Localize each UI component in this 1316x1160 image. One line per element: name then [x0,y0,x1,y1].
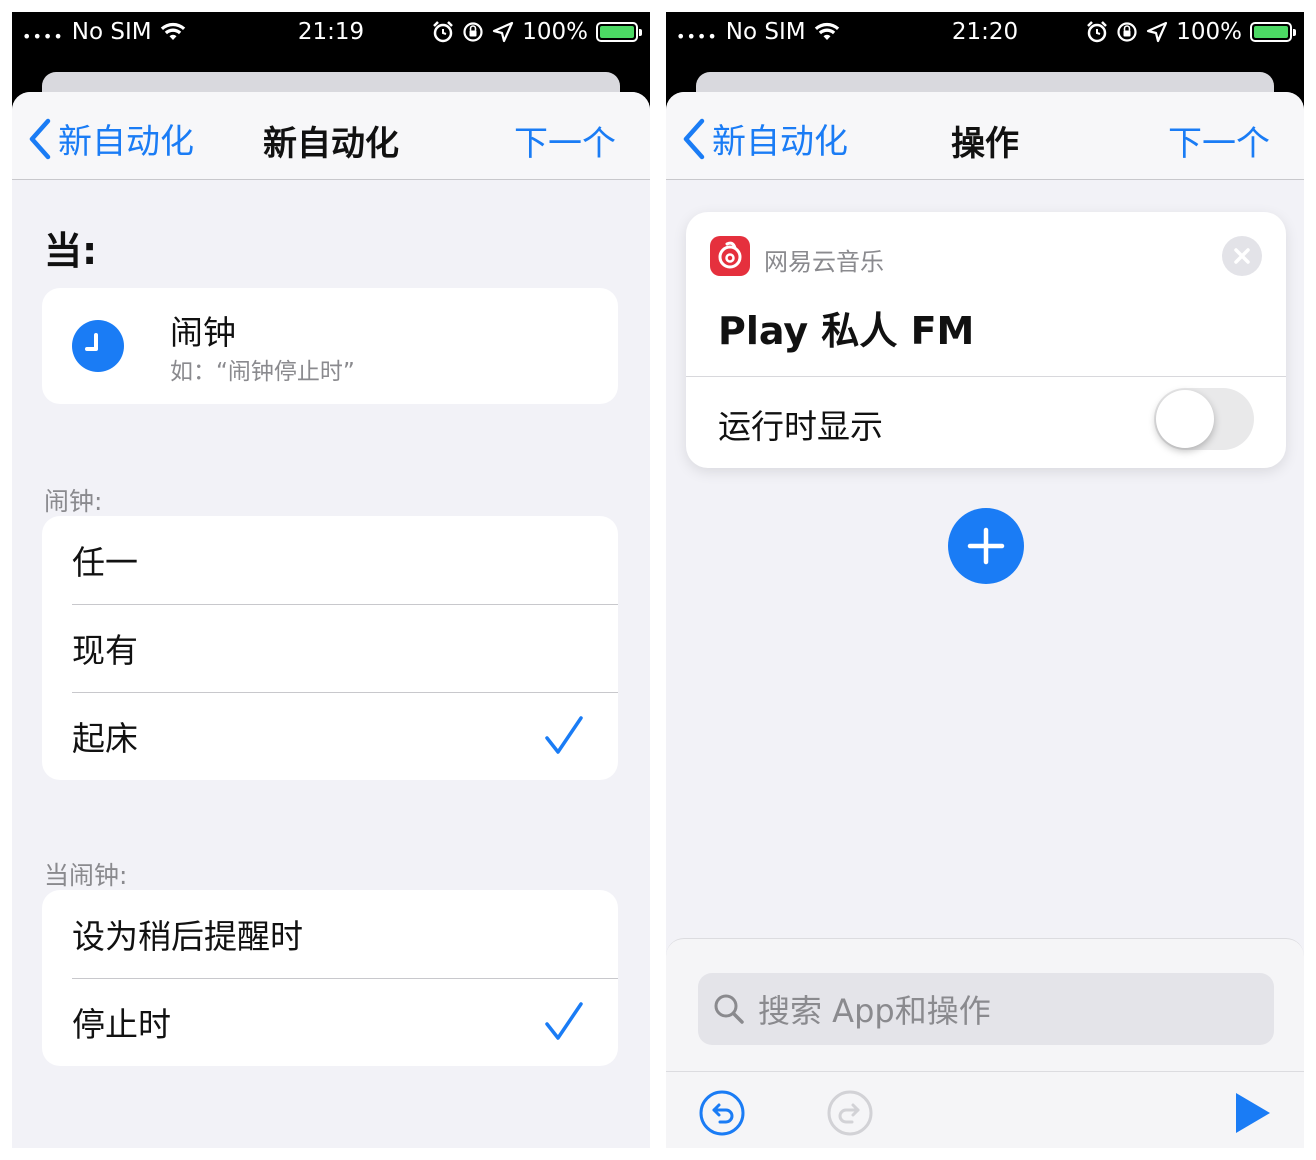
alarm-option-wake-up[interactable]: 起床 [42,692,618,780]
show-when-run-label: 运行时显示 [718,407,883,446]
play-icon[interactable] [1228,1089,1276,1137]
trigger-subtitle: 如：“闹钟停止时” [170,359,355,385]
trigger-card[interactable]: 闹钟 如：“闹钟停止时” [42,288,618,404]
next-button[interactable]: 下一个 [514,116,616,165]
event-section-heading: 当闹钟: [44,861,128,890]
action-title: Play 私人 FM [718,309,975,353]
divider [686,376,1286,377]
option-label: 停止时 [72,1005,171,1044]
search-placeholder: 搜索 App和操作 [758,992,991,1030]
next-button[interactable]: 下一个 [1168,116,1270,165]
status-bar: •••• No SIM 21:20 100% [666,12,1304,52]
checkmark-icon [545,1002,583,1040]
action-card[interactable]: 网易云音乐 Play 私人 FM 运行时显示 [686,212,1286,468]
battery-percent: 100% [1176,19,1242,45]
back-button[interactable]: 新自动化 [28,114,194,163]
alarm-section-heading: 闹钟: [44,487,103,516]
option-label: 起床 [72,719,138,758]
back-button[interactable]: 新自动化 [682,114,848,163]
trigger-title: 闹钟 [170,313,236,352]
plus-icon [967,527,1005,565]
alarm-option-any[interactable]: 任一 [42,516,618,604]
chevron-left-icon [29,118,51,159]
search-icon [714,994,744,1024]
modal-sheet: 新自动化 操作 下一个 网易云音乐 Play 私人 FM 运行时显示 搜索 Ap… [666,92,1304,1148]
event-option-stopped[interactable]: 停止时 [42,978,618,1066]
netease-music-app-icon [710,236,750,276]
remove-action-button[interactable] [1222,236,1262,276]
chevron-left-icon [683,118,705,159]
app-name-label: 网易云音乐 [764,248,884,276]
option-label: 设为稍后提醒时 [72,917,303,956]
option-label: 任一 [72,543,138,582]
back-button-label: 新自动化 [712,122,848,162]
battery-icon [1250,22,1296,42]
option-label: 现有 [72,631,138,670]
battery-icon [596,22,642,42]
show-when-run-toggle[interactable] [1154,388,1254,450]
rotation-lock-icon [463,22,483,42]
clock-icon [72,320,124,372]
rotation-lock-icon [1117,22,1137,42]
battery-percent: 100% [522,19,588,45]
undo-icon[interactable] [698,1089,746,1137]
alarm-icon [1087,21,1108,43]
navigation-bar: 新自动化 操作 下一个 [666,92,1304,180]
when-heading: 当: [44,229,98,273]
close-icon [1234,248,1250,264]
add-action-button[interactable] [948,508,1024,584]
alarm-icon [433,21,454,43]
checkmark-icon [545,716,583,754]
location-icon [493,21,514,43]
search-input[interactable]: 搜索 App和操作 [698,973,1274,1045]
location-icon [1147,21,1168,43]
alarm-option-existing[interactable]: 现有 [42,604,618,692]
phone-screen-alarm-trigger: •••• No SIM 21:19 100% 新自动化 新自动化 下一个 当: [12,12,650,1148]
navigation-bar: 新自动化 新自动化 下一个 [12,92,650,180]
modal-sheet: 新自动化 新自动化 下一个 当: 闹钟 如：“闹钟停止时” 闹钟: 任一 现有 … [12,92,650,1148]
alarm-options-list: 任一 现有 起床 [42,516,618,780]
redo-icon[interactable] [826,1089,874,1137]
status-bar: •••• No SIM 21:19 100% [12,12,650,52]
phone-screen-actions: •••• No SIM 21:20 100% 新自动化 操作 下一个 网易云音乐… [666,12,1304,1148]
action-search-panel: 搜索 App和操作 [666,938,1304,1148]
event-options-list: 设为稍后提醒时 停止时 [42,890,618,1066]
event-option-snoozed[interactable]: 设为稍后提醒时 [42,890,618,978]
back-button-label: 新自动化 [58,122,194,162]
